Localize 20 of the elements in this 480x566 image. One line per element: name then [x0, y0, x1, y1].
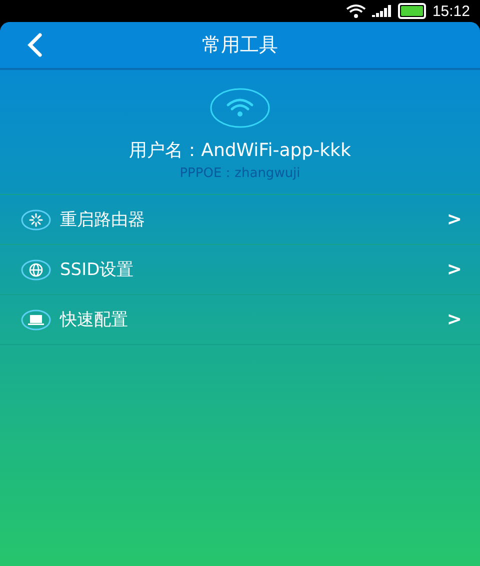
- menu-item[interactable]: SSID设置 >: [0, 245, 480, 295]
- globe-icon: [20, 258, 52, 280]
- loading-icon: [20, 208, 52, 230]
- chevron-icon: >: [446, 309, 462, 330]
- menu-item[interactable]: 重启路由器 >: [0, 195, 480, 245]
- cell-signal-icon: [372, 5, 392, 17]
- chevron-icon: >: [446, 209, 462, 230]
- laptop-icon: [20, 308, 52, 330]
- battery-icon: [398, 3, 426, 19]
- clock-time: 15:12: [432, 2, 470, 20]
- menu-item-label: 快速配置: [60, 309, 129, 331]
- wifi-signal-icon: [346, 4, 366, 18]
- screen-title: 常用工具: [202, 33, 278, 58]
- pppoe-account-text: PPPOE：zhangwuji: [180, 165, 300, 182]
- menu-item-label: SSID设置: [60, 259, 135, 281]
- wifi-icon: [210, 88, 270, 128]
- menu-item-label: 重启路由器: [60, 209, 146, 231]
- menu-item[interactable]: 快速配置 >: [0, 295, 480, 345]
- username-text: 用户名：AndWiFi-app-kkk: [129, 139, 351, 162]
- chevron-icon: >: [446, 259, 462, 280]
